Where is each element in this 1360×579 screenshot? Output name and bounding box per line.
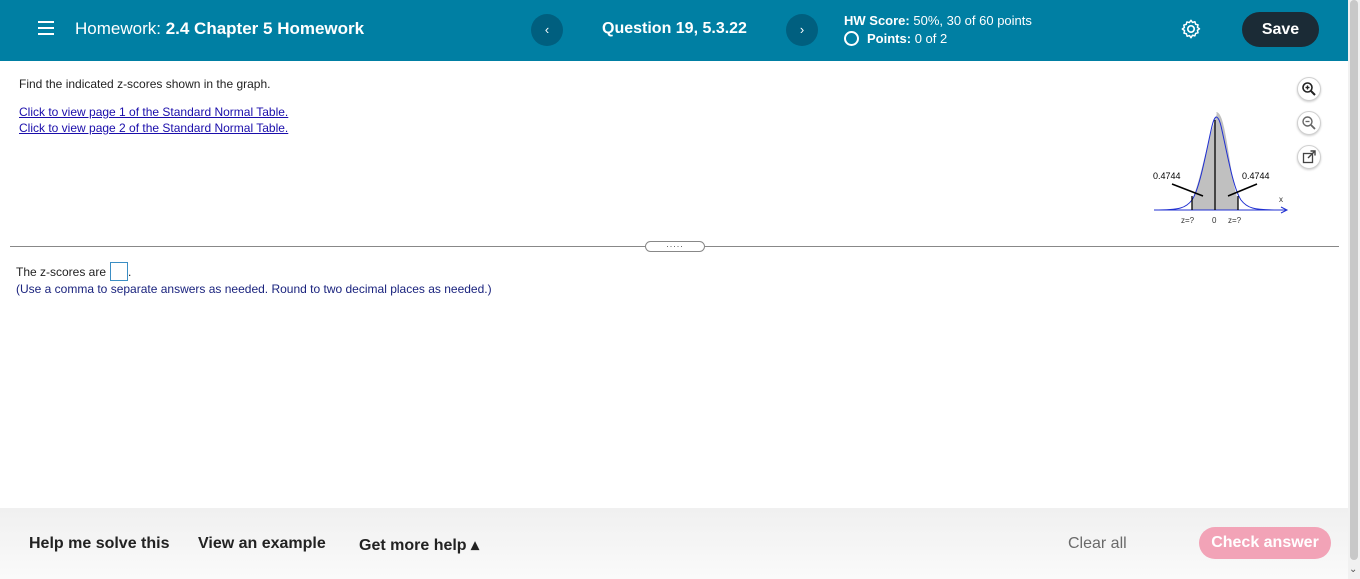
question-prompt: Find the indicated z-scores shown in the… xyxy=(19,77,271,91)
assignment-title: Homework: 2.4 Chapter 5 Homework xyxy=(75,19,364,39)
standard-normal-table-page2-link[interactable]: Click to view page 2 of the Standard Nor… xyxy=(19,121,288,135)
left-z-label: z=? xyxy=(1181,216,1195,225)
standard-normal-table-page1-link[interactable]: Click to view page 1 of the Standard Nor… xyxy=(19,105,288,119)
check-answer-button[interactable]: Check answer xyxy=(1199,527,1331,559)
answer-instructions: (Use a comma to separate answers as need… xyxy=(16,282,492,296)
right-z-label: z=? xyxy=(1228,216,1242,225)
hw-score-value: 50%, 30 of 60 points xyxy=(913,13,1032,28)
answer-input[interactable] xyxy=(110,262,129,281)
scroll-down-icon[interactable]: ⌄ xyxy=(1349,564,1357,575)
help-me-solve-button[interactable]: Help me solve this xyxy=(29,535,170,553)
clear-all-button[interactable]: Clear all xyxy=(1068,535,1127,553)
points-value: 0 of 2 xyxy=(914,31,948,46)
zoom-in-icon[interactable] xyxy=(1297,77,1321,101)
x-axis-label: x xyxy=(1279,195,1283,204)
save-button[interactable]: Save xyxy=(1242,12,1319,47)
answer-line: The z-scores are. xyxy=(16,262,131,281)
view-example-button[interactable]: View an example xyxy=(198,535,326,553)
points-label: Points: xyxy=(867,31,912,46)
gear-icon[interactable] xyxy=(1180,18,1202,40)
center-label: 0 xyxy=(1212,216,1217,225)
open-in-new-window-icon[interactable] xyxy=(1297,145,1321,169)
pane-resize-handle[interactable]: ..... xyxy=(645,240,705,252)
right-area-label: 0.4744 xyxy=(1242,171,1270,181)
previous-question-button[interactable]: ‹ xyxy=(531,14,563,46)
assignment-prefix: Homework: xyxy=(75,19,161,38)
question-label: Question 19, 5.3.22 xyxy=(602,20,747,37)
next-question-button[interactable]: › xyxy=(786,14,818,46)
top-bar: Homework: 2.4 Chapter 5 Homework ‹ Quest… xyxy=(0,0,1348,61)
hw-score-label: HW Score: xyxy=(844,13,910,28)
answer-lead: The z-scores are xyxy=(16,265,107,279)
get-more-help-button[interactable]: Get more help ▴ xyxy=(359,535,479,555)
zoom-out-icon[interactable] xyxy=(1297,111,1321,135)
normal-curve-graph: 0.4744 0.4744 x z=? 0 z=? xyxy=(1153,112,1289,225)
menu-icon[interactable] xyxy=(38,21,54,35)
assignment-name: 2.4 Chapter 5 Homework xyxy=(165,19,365,38)
points-circle-icon xyxy=(844,31,859,46)
left-area-label: 0.4744 xyxy=(1153,171,1181,181)
score-panel: HW Score: 50%, 30 of 60 points Points: 0… xyxy=(844,12,1032,48)
scrollbar-thumb[interactable] xyxy=(1350,0,1358,560)
